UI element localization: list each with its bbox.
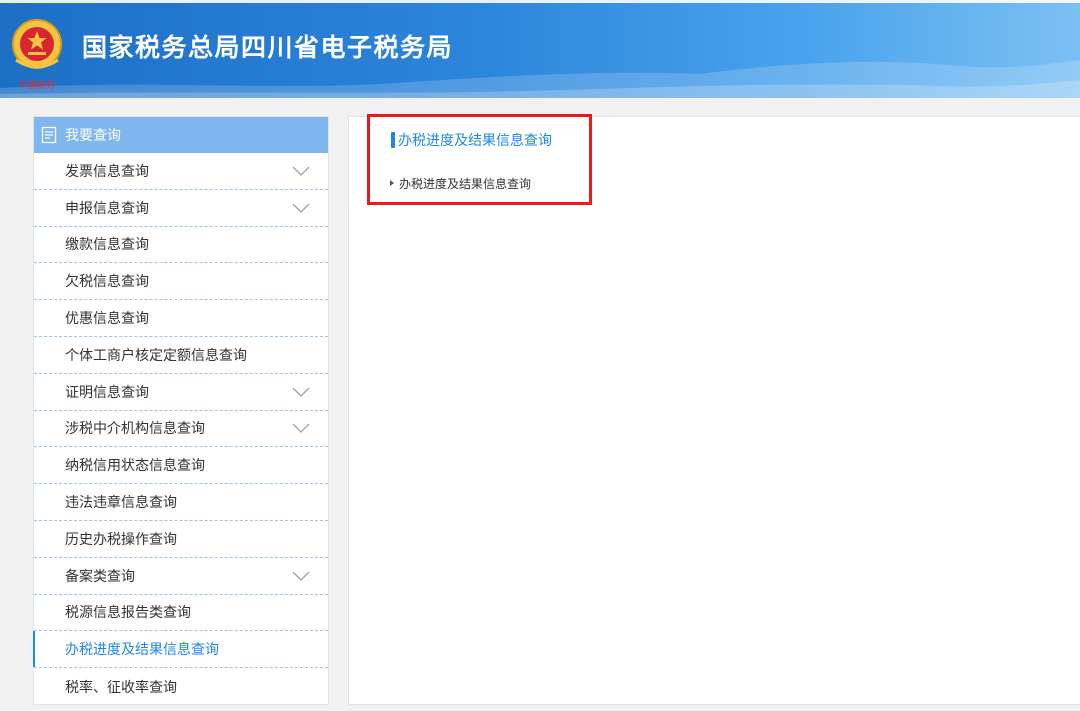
- sidebar-item[interactable]: 涉税中介机构信息查询: [34, 411, 328, 448]
- progress-query-link[interactable]: 办税进度及结果信息查询: [390, 174, 531, 192]
- progress-query-link-label: 办税进度及结果信息查询: [399, 176, 532, 191]
- sidebar-item-label: 申报信息查询: [65, 200, 149, 217]
- chevron-down-icon[interactable]: [292, 422, 310, 434]
- document-list-icon: [40, 126, 58, 144]
- sidebar-item-label: 纳税信用状态信息查询: [65, 458, 205, 475]
- section-title: 办税进度及结果信息查询: [391, 130, 552, 150]
- sidebar-item[interactable]: 缴款信息查询: [34, 227, 328, 264]
- sidebar-item-label: 违法违章信息查询: [65, 495, 177, 512]
- sidebar-item[interactable]: 证明信息查询: [34, 374, 328, 411]
- sidebar-item-label: 税率、征收率查询: [65, 679, 177, 696]
- sidebar-item-label: 欠税信息查询: [65, 274, 149, 291]
- sidebar-item[interactable]: 个体工商户核定定额信息查询: [34, 337, 328, 374]
- sidebar-item[interactable]: 税源信息报告类查询: [34, 595, 328, 632]
- site-header: 中国税务 国家税务总局四川省电子税务局: [0, 0, 1080, 98]
- sidebar-item[interactable]: 税率、征收率查询: [34, 668, 328, 705]
- sidebar-item[interactable]: 发票信息查询: [34, 153, 328, 190]
- svg-text:中国税务: 中国税务: [19, 79, 55, 91]
- content-panel: [348, 116, 1080, 705]
- sidebar-heading-label: 我要查询: [65, 128, 121, 144]
- sidebar-item-label: 优惠信息查询: [65, 311, 149, 328]
- sidebar-menu: 发票信息查询 申报信息查询 缴款信息查询 欠税信息查询 优惠信息查询个体工商户核定定额信…: [33, 153, 328, 705]
- sidebar-item[interactable]: 申报信息查询: [34, 190, 328, 227]
- title-accent-bar: [391, 132, 395, 148]
- sidebar-item-label: 备案类查询: [65, 568, 135, 585]
- sidebar-item[interactable]: 历史办税操作查询: [34, 521, 328, 558]
- triangle-bullet-icon: [390, 180, 394, 186]
- sidebar-item-label: 发票信息查询: [65, 163, 149, 180]
- sidebar-item-label: 缴款信息查询: [65, 237, 149, 254]
- chevron-down-icon[interactable]: [292, 165, 310, 177]
- sidebar-item[interactable]: 违法违章信息查询: [34, 484, 328, 521]
- site-title: 国家税务总局四川省电子税务局: [82, 33, 454, 62]
- sidebar-item[interactable]: 备案类查询: [34, 558, 328, 595]
- chevron-down-icon[interactable]: [292, 202, 310, 214]
- sidebar-item-label: 证明信息查询: [65, 384, 149, 401]
- sidebar-item-label: 个体工商户核定定额信息查询: [65, 347, 247, 364]
- sidebar-item-label: 税源信息报告类查询: [65, 605, 191, 622]
- sidebar-item-label: 涉税中介机构信息查询: [65, 421, 205, 438]
- sidebar-item[interactable]: 优惠信息查询: [34, 300, 328, 337]
- sidebar-item-label: 历史办税操作查询: [65, 531, 177, 548]
- sidebar-item-label: 办税进度及结果信息查询: [65, 642, 219, 659]
- sidebar-item[interactable]: 办税进度及结果信息查询: [33, 631, 328, 669]
- chevron-down-icon[interactable]: [292, 570, 310, 582]
- chevron-down-icon[interactable]: [292, 386, 310, 398]
- tax-emblem-icon: 中国税务: [8, 14, 66, 92]
- sidebar-item[interactable]: 纳税信用状态信息查询: [34, 447, 328, 485]
- section-title-label: 办税进度及结果信息查询: [398, 133, 552, 149]
- sidebar: 我要查询 发票信息查询 申报信息查询 缴款信息查询 欠税信息查询 优惠信息查询个体工商户…: [33, 116, 329, 705]
- sidebar-item[interactable]: 欠税信息查询: [34, 263, 328, 301]
- sidebar-heading: 我要查询: [34, 117, 328, 153]
